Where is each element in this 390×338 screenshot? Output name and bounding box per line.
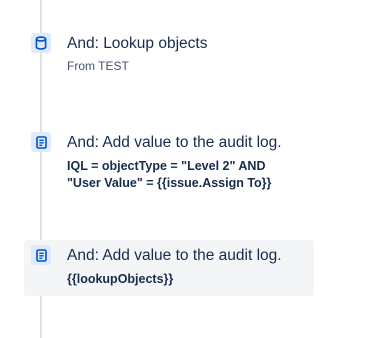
step-detail: From TEST bbox=[67, 59, 129, 73]
document-icon bbox=[31, 132, 51, 152]
step-title: And: Lookup objects bbox=[67, 35, 208, 52]
iql-line-2: "User Value" = {{issue.Assign To}} bbox=[67, 176, 272, 190]
iql-expression: IQL = objectType = "Level 2" AND "User V… bbox=[67, 158, 308, 192]
step-audit-log-lookup[interactable]: And: Add value to the audit log. {{looku… bbox=[24, 240, 314, 296]
database-icon bbox=[31, 33, 51, 53]
step-detail: {{lookupObjects}} bbox=[67, 272, 174, 286]
document-icon bbox=[31, 245, 51, 265]
step-audit-log-iql[interactable]: And: Add value to the audit log. IQL = o… bbox=[24, 127, 314, 198]
iql-line-1: IQL = objectType = "Level 2" AND bbox=[67, 159, 266, 173]
step-lookup-objects[interactable]: And: Lookup objects From TEST bbox=[24, 28, 314, 81]
step-title: And: Add value to the audit log. bbox=[67, 247, 282, 264]
step-title: And: Add value to the audit log. bbox=[67, 134, 282, 151]
